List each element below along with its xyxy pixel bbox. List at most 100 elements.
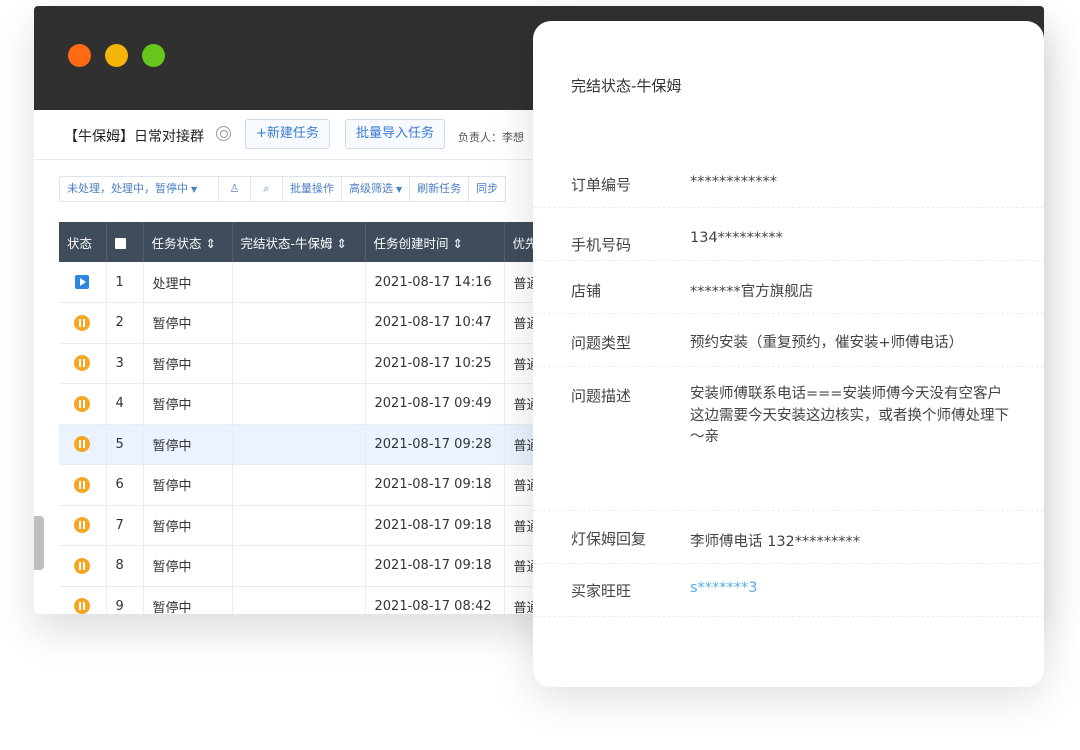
pause-icon[interactable] bbox=[74, 314, 91, 331]
created-time-cell: 2021-08-17 09:49 bbox=[365, 383, 505, 425]
table-row[interactable]: 7 暂停中 2021-08-17 09:18 普通 bbox=[59, 505, 550, 546]
row-index: 6 bbox=[106, 464, 144, 506]
row-index: 4 bbox=[106, 383, 144, 425]
batch-ops-button[interactable]: 批量操作 bbox=[283, 176, 342, 202]
filter-bar: 未处理，处理中，暂停中 ▼ ♙ ⌕ 批量操作 高级筛选 ▼ 刷新任务 同步 bbox=[59, 176, 507, 202]
task-status-cell: 暂停中 bbox=[143, 343, 233, 384]
done-status-cell bbox=[232, 343, 366, 384]
detail-card: 完结状态-牛保姆 订单编号 ************ 手机号码 134*****… bbox=[533, 21, 1044, 687]
sync-button[interactable]: 同步 bbox=[469, 176, 507, 202]
select-all-checkbox[interactable] bbox=[114, 237, 126, 249]
row-index: 1 bbox=[106, 262, 144, 303]
task-status-cell: 暂停中 bbox=[143, 586, 233, 614]
pause-icon[interactable] bbox=[74, 395, 91, 412]
done-status-cell bbox=[232, 302, 366, 344]
column-header-done-status[interactable]: 完结状态-牛保姆 ⇕ bbox=[232, 222, 366, 262]
new-task-button[interactable]: +新建任务 bbox=[245, 119, 330, 149]
owner-info: 负责人：李想 bbox=[458, 129, 524, 145]
status-cell[interactable] bbox=[59, 505, 107, 546]
status-cell[interactable] bbox=[59, 262, 107, 303]
table-row[interactable]: 9 暂停中 2021-08-17 08:42 普通 bbox=[59, 586, 550, 614]
batch-import-button[interactable]: 批量导入任务 bbox=[345, 119, 446, 149]
done-status-cell bbox=[232, 464, 366, 506]
created-time-cell: 2021-08-17 14:16 bbox=[365, 262, 505, 303]
status-cell[interactable] bbox=[59, 464, 107, 506]
task-status-cell: 暂停中 bbox=[143, 424, 233, 465]
play-icon[interactable] bbox=[75, 275, 90, 289]
issue-desc-label: 问题描述 bbox=[571, 387, 632, 405]
done-status-cell bbox=[232, 383, 366, 425]
status-cell[interactable] bbox=[59, 545, 107, 587]
pause-icon[interactable] bbox=[74, 557, 91, 574]
user-filter-button[interactable]: ♙ bbox=[219, 176, 251, 202]
chevron-down-icon: ▼ bbox=[396, 185, 403, 194]
column-header-created-time[interactable]: 任务创建时间 ⇕ bbox=[365, 222, 505, 262]
column-header-select-all[interactable] bbox=[106, 222, 144, 262]
status-filter-dropdown[interactable]: 未处理，处理中，暂停中 ▼ bbox=[59, 176, 219, 202]
pause-icon[interactable] bbox=[74, 355, 91, 372]
status-cell[interactable] bbox=[59, 424, 107, 465]
task-rows: 1 处理中 2021-08-17 14:16 普通 2 暂停中 2021-08-17 10:… bbox=[59, 262, 550, 614]
shop-value: *******官方旗舰店 bbox=[690, 284, 814, 300]
pause-icon[interactable] bbox=[74, 476, 91, 493]
refresh-tasks-button[interactable]: 刷新任务 bbox=[410, 176, 470, 202]
column-label: 任务状态 bbox=[151, 235, 202, 251]
minimize-window-button[interactable] bbox=[105, 44, 128, 67]
reply-value: 李师傅电话 132********* bbox=[690, 534, 861, 550]
reply-label: 灯保姆回复 bbox=[571, 530, 647, 548]
table-row[interactable]: 3 暂停中 2021-08-17 10:25 普通 bbox=[59, 343, 550, 384]
column-label: 完结状态-牛保姆 bbox=[240, 235, 333, 251]
created-time-cell: 2021-08-17 09:18 bbox=[365, 464, 505, 506]
row-index: 7 bbox=[106, 505, 144, 546]
pause-icon[interactable] bbox=[74, 436, 91, 453]
issue-desc-value: 安装师傅联系电话===安装师傅今天没有空客户这边需要今天安装这边核实，或者换个师… bbox=[690, 386, 1009, 445]
created-time-cell: 2021-08-17 08:42 bbox=[365, 586, 505, 614]
search-icon: ⌕ bbox=[263, 182, 270, 195]
issue-type-label: 问题类型 bbox=[571, 334, 632, 352]
detail-row-phone: 手机号码 134********* bbox=[533, 208, 1044, 261]
group-title: 【牛保姆】日常对接群 bbox=[64, 129, 204, 145]
done-status-cell bbox=[232, 424, 366, 465]
owner-label: 负责人： bbox=[458, 131, 502, 144]
maximize-window-button[interactable] bbox=[142, 44, 165, 67]
close-window-button[interactable] bbox=[68, 44, 91, 67]
table-row[interactable]: 8 暂停中 2021-08-17 09:18 普通 bbox=[59, 545, 550, 587]
search-button[interactable]: ⌕ bbox=[251, 176, 283, 202]
advanced-filter-dropdown[interactable]: 高级筛选 ▼ bbox=[342, 176, 411, 202]
pause-icon[interactable] bbox=[74, 517, 91, 534]
settings-gear-icon[interactable] bbox=[216, 126, 231, 141]
status-cell[interactable] bbox=[59, 586, 107, 614]
sort-icon: ⇕ bbox=[452, 235, 463, 251]
detail-row-issue-type: 问题类型 预约安装（重复预约，催安装+师傅电话） bbox=[533, 314, 1044, 367]
status-cell[interactable] bbox=[59, 343, 107, 384]
status-filter-label: 未处理，处理中，暂停中 bbox=[67, 182, 188, 195]
column-header-status[interactable]: 状态 bbox=[59, 222, 107, 262]
column-header-task-status[interactable]: 任务状态 ⇕ bbox=[143, 222, 233, 262]
buyer-value-link[interactable]: s*******3 bbox=[690, 580, 758, 596]
created-time-cell: 2021-08-17 10:25 bbox=[365, 343, 505, 384]
status-cell[interactable] bbox=[59, 383, 107, 425]
task-status-cell: 暂停中 bbox=[143, 505, 233, 546]
status-cell[interactable] bbox=[59, 302, 107, 344]
detail-row-order: 订单编号 ************ bbox=[533, 155, 1044, 208]
table-row[interactable]: 6 暂停中 2021-08-17 09:18 普通 bbox=[59, 464, 550, 506]
done-status-cell bbox=[232, 586, 366, 614]
advanced-filter-label: 高级筛选 bbox=[349, 182, 393, 195]
sort-icon: ⇕ bbox=[205, 235, 216, 251]
done-status-cell bbox=[232, 505, 366, 546]
done-status-cell bbox=[232, 545, 366, 587]
table-row[interactable]: 1 处理中 2021-08-17 14:16 普通 bbox=[59, 262, 550, 303]
table-row[interactable]: 4 暂停中 2021-08-17 09:49 普通 bbox=[59, 383, 550, 425]
pause-icon[interactable] bbox=[74, 598, 91, 614]
table-header-row: 状态 任务状态 ⇕ 完结状态-牛保姆 ⇕ 任务创建时间 ⇕ 优先 bbox=[59, 222, 550, 262]
task-status-cell: 暂停中 bbox=[143, 383, 233, 425]
user-icon: ♙ bbox=[229, 182, 240, 195]
task-status-cell: 暂停中 bbox=[143, 464, 233, 506]
row-index: 8 bbox=[106, 545, 144, 587]
table-row[interactable]: 5 暂停中 2021-08-17 09:28 普通 bbox=[59, 424, 550, 465]
side-drag-handle[interactable] bbox=[34, 516, 44, 570]
task-status-cell: 暂停中 bbox=[143, 545, 233, 587]
order-value: ************ bbox=[690, 174, 777, 190]
phone-value: 134********* bbox=[690, 230, 783, 246]
table-row[interactable]: 2 暂停中 2021-08-17 10:47 普通 bbox=[59, 302, 550, 344]
